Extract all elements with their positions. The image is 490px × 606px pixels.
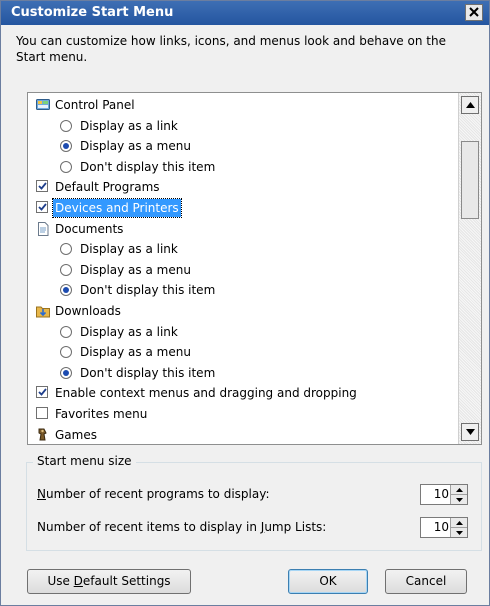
item-label: Don't display this item <box>80 159 216 174</box>
ok-button[interactable]: OK <box>288 569 368 594</box>
scrollbar-thumb[interactable] <box>461 141 479 219</box>
item-label: Display as a link <box>80 324 178 339</box>
control-panel-icon <box>36 98 50 118</box>
customize-start-menu-dialog: Customize Start Menu x You can customize… <box>0 0 490 606</box>
jump-list-items-spinner[interactable]: 10 <box>420 517 468 538</box>
arrow-up-icon <box>465 102 475 108</box>
item-label: Don't display this item <box>80 365 216 380</box>
recent-programs-value[interactable]: 10 <box>421 487 449 501</box>
item-label: Display as a menu <box>80 139 191 154</box>
item-label: Control Panel <box>55 98 135 112</box>
vertical-scrollbar[interactable] <box>458 93 481 444</box>
recent-programs-label-text: umber of recent programs to display: <box>45 487 270 501</box>
jump-list-decrement-button[interactable] <box>451 528 467 537</box>
jump-list-items-label: Number of recent items to display in Jum… <box>37 520 326 534</box>
arrow-up-icon <box>455 520 463 525</box>
item-label: Don't display this item <box>80 283 216 298</box>
dialog-description: You can customize how links, icons, and … <box>16 34 446 64</box>
item-label: Devices and Printers <box>52 198 182 218</box>
checkbox-checked[interactable] <box>36 201 48 213</box>
item-label: Games <box>55 427 97 442</box>
cancel-button[interactable]: Cancel <box>385 569 467 594</box>
item-label: Display as a link <box>80 242 178 257</box>
recent-programs-decrement-button[interactable] <box>451 495 467 504</box>
radio-unselected[interactable] <box>60 263 72 276</box>
dialog-title: Customize Start Menu <box>11 5 174 20</box>
downloads-icon <box>36 304 50 324</box>
list-items: Control Panel Display as a link Display as… <box>28 93 458 444</box>
start-menu-size-group <box>26 462 482 551</box>
item-label: Display as a link <box>80 118 178 133</box>
item-label: Display as a menu <box>80 345 191 360</box>
checkbox-unchecked[interactable] <box>36 407 48 419</box>
radio-selected[interactable] <box>60 284 72 297</box>
arrow-up-icon <box>455 487 463 492</box>
recent-programs-label: Number of recent programs to display: <box>37 487 270 501</box>
arrow-down-icon <box>455 497 463 502</box>
item-label: Documents <box>55 221 124 236</box>
recent-programs-increment-button[interactable] <box>451 485 467 495</box>
item-label: Favorites menu <box>55 407 148 421</box>
item-label: Display as a menu <box>80 262 191 277</box>
start-menu-size-label: Start menu size <box>33 454 136 468</box>
jump-list-increment-button[interactable] <box>451 518 467 528</box>
item-label: Enable context menus and dragging and dr… <box>55 386 357 401</box>
recent-programs-spinner[interactable]: 10 <box>420 484 468 505</box>
jump-list-items-label-text: Number of recent items to display in Jum… <box>37 520 327 534</box>
scroll-up-button[interactable] <box>461 96 479 114</box>
radio-unselected[interactable] <box>60 325 72 338</box>
start-menu-items-list[interactable]: Control Panel Display as a link Display as… <box>27 92 482 445</box>
radio-unselected[interactable] <box>60 160 72 173</box>
arrow-down-icon <box>455 530 463 535</box>
use-default-settings-label: Use Default Settings <box>47 574 171 588</box>
checkbox-checked[interactable] <box>36 386 48 399</box>
checkbox-checked[interactable] <box>36 180 48 193</box>
radio-selected[interactable] <box>60 366 72 379</box>
close-button[interactable]: x <box>465 4 483 21</box>
scroll-down-button[interactable] <box>461 423 479 441</box>
games-icon <box>36 428 50 444</box>
radio-selected[interactable] <box>60 140 72 153</box>
use-default-settings-button[interactable]: Use Default Settings <box>27 569 191 594</box>
arrow-down-icon <box>465 429 475 435</box>
documents-icon <box>36 221 50 242</box>
title-bar[interactable]: Customize Start Menu x <box>1 1 489 25</box>
radio-unselected[interactable] <box>60 346 72 359</box>
radio-unselected[interactable] <box>60 243 72 256</box>
jump-list-items-value[interactable]: 10 <box>421 520 449 534</box>
item-label: Downloads <box>55 304 121 318</box>
item-label: Default Programs <box>55 180 160 195</box>
radio-unselected[interactable] <box>60 119 72 132</box>
